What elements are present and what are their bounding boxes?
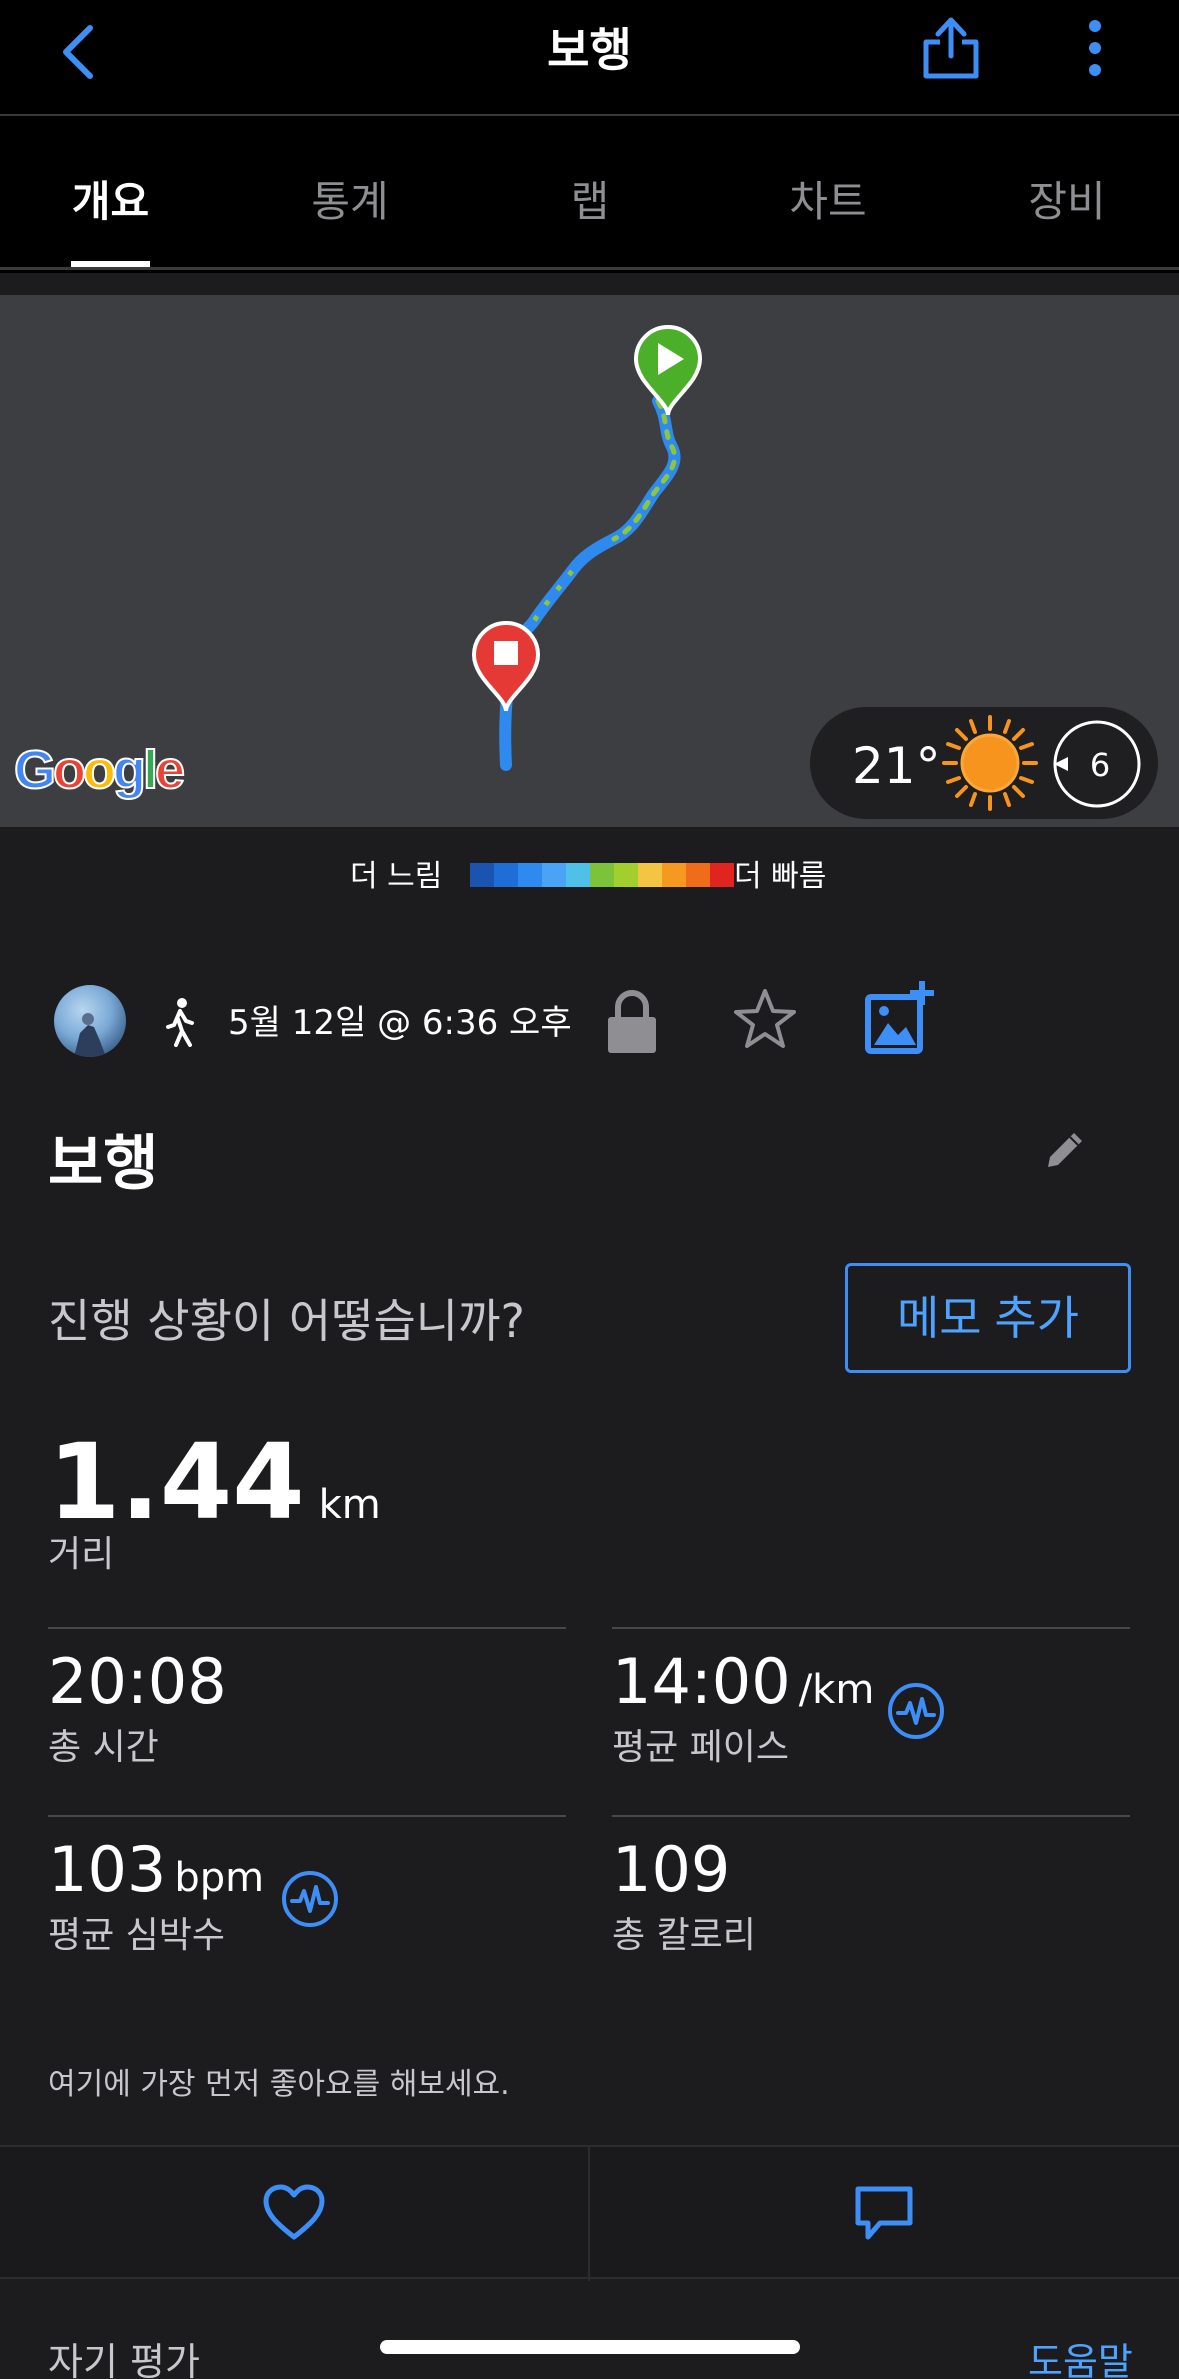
spacer (0, 273, 1179, 295)
avg-pace-value: 14:00 (612, 1645, 791, 1718)
avg-hr-unit: bpm (174, 1855, 265, 1901)
pace-swatch (470, 863, 494, 887)
likes-prompt: 여기에 가장 먼저 좋아요를 해보세요. (48, 2067, 510, 2102)
self-evaluation-section: 자기 평가 도움말 (0, 2281, 1179, 2379)
start-pin-icon (633, 324, 703, 416)
legend-fast-label: 더 빠름 (734, 859, 827, 894)
like-heart-icon[interactable] (262, 2183, 326, 2243)
self-eval-heading: 자기 평가 (48, 2340, 200, 2379)
tab-laps[interactable]: 랩 (555, 168, 625, 229)
pace-swatch (662, 863, 686, 887)
pace-swatch (614, 863, 638, 887)
total-time-value: 20:08 (48, 1645, 227, 1718)
tab-charts[interactable]: 차트 (783, 168, 873, 229)
legend-slow-label: 더 느림 (350, 859, 443, 894)
pace-legend: 더 느림 더 빠름 (0, 847, 1179, 894)
total-time-label: 총 시간 (48, 1727, 159, 1768)
share-icon[interactable] (918, 12, 984, 82)
help-link[interactable]: 도움말 (1028, 2331, 1133, 2379)
pace-chart-icon[interactable] (886, 1681, 946, 1741)
top-bar: 보행 (0, 0, 1179, 116)
heart-rate-chart-icon[interactable] (280, 1869, 340, 1929)
pace-swatch (566, 863, 590, 887)
avg-hr-label: 평균 심박수 (48, 1915, 226, 1956)
more-vertical-icon[interactable] (1080, 16, 1110, 86)
distance-unit: km (318, 1482, 381, 1528)
sun-icon (942, 715, 1038, 811)
walking-icon (166, 998, 194, 1047)
pace-swatch (542, 863, 566, 887)
avg-pace-unit: /km (798, 1667, 875, 1713)
avg-hr-stat: 103 bpm 평균 심박수 (48, 1833, 264, 1958)
avg-hr-value: 103 (48, 1833, 167, 1906)
activity-title: 보행 (48, 1129, 159, 1199)
divider (48, 1815, 566, 1817)
activity-date: 5월 12일 @ 6:36 오후 (228, 1003, 572, 1043)
total-time-stat: 20:08 총 시간 (48, 1645, 227, 1770)
avg-pace-label: 평균 페이스 (612, 1727, 790, 1768)
avatar[interactable] (54, 985, 126, 1057)
google-logo: Google (13, 739, 186, 801)
tab-bar: 개요 통계 랩 차트 장비 (0, 118, 1179, 270)
divider (612, 1815, 1130, 1817)
pace-swatch (590, 863, 614, 887)
calories-value: 109 (612, 1833, 731, 1906)
tab-gear[interactable]: 장비 (1022, 168, 1112, 229)
calories-stat: 109 총 칼로리 (612, 1833, 756, 1958)
home-indicator[interactable] (380, 2340, 800, 2354)
avg-pace-stat: 14:00/km 평균 페이스 (612, 1645, 874, 1770)
end-pin-icon (471, 620, 541, 712)
add-photo-icon[interactable] (864, 979, 936, 1055)
activity-details: 더 느림 더 빠름 5월 12일 @ 6:36 오후 보행 진행 상황이 어떻습… (0, 827, 1179, 2379)
add-memo-button[interactable]: 메모 추가 (845, 1263, 1131, 1373)
pace-swatch (494, 863, 518, 887)
lock-icon[interactable] (604, 989, 660, 1055)
progress-question: 진행 상황이 어떻습니까? (48, 1294, 525, 1348)
pace-swatch (686, 863, 710, 887)
pace-swatch (710, 863, 734, 887)
active-tab-indicator (71, 261, 150, 267)
wind-direction-icon: 6 (1053, 720, 1141, 808)
pace-swatch (638, 863, 662, 887)
tab-stats[interactable]: 통계 (305, 168, 395, 229)
divider (48, 1627, 566, 1629)
divider (612, 1627, 1130, 1629)
page-title: 보행 (547, 23, 632, 77)
distance-label: 거리 (48, 1534, 115, 1575)
weather-badge: 21° 6 (810, 707, 1158, 819)
temperature: 21° (852, 737, 941, 795)
social-actions (0, 2145, 1179, 2281)
comment-icon[interactable] (852, 2181, 916, 2245)
divider (588, 2147, 590, 2281)
pencil-icon[interactable] (1040, 1125, 1090, 1175)
star-icon[interactable] (730, 985, 800, 1055)
route-map[interactable]: Google 21° 6 (0, 295, 1179, 827)
activity-meta: 5월 12일 @ 6:36 오후 (0, 981, 1179, 1075)
pace-color-scale (470, 863, 734, 887)
pace-swatch (518, 863, 542, 887)
tab-overview[interactable]: 개요 (71, 168, 150, 229)
calories-label: 총 칼로리 (612, 1915, 756, 1956)
svg-text:6: 6 (1090, 746, 1110, 784)
